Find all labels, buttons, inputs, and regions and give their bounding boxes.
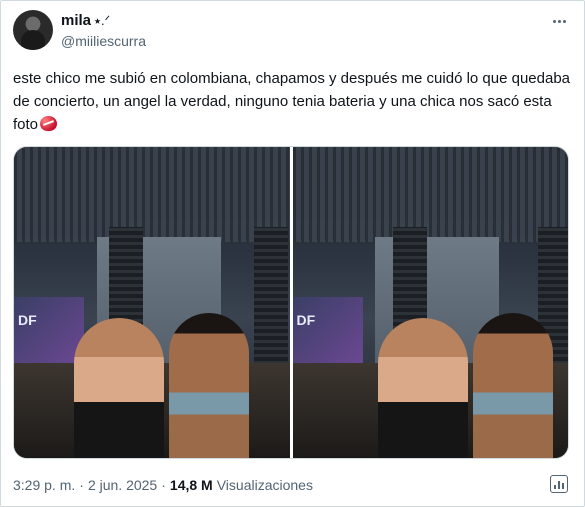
girl-figure [377,318,468,458]
tweet-body: este chico me subió en colombiana, chapa… [13,70,571,133]
photo-1[interactable]: DF [14,147,290,458]
stage-truss [292,147,568,242]
stage-truss [14,147,290,242]
separator: · [161,477,166,493]
photo-2[interactable]: DF [292,147,568,458]
heart-bandage-icon [40,116,58,131]
user-handle[interactable]: @miiliescurra [61,33,146,49]
views-label: Visualizaciones [216,477,313,493]
guy-figure [169,313,249,458]
post-time[interactable]: 3:29 p. m. [13,477,75,493]
author-name-row: mila ⭑.ᐟ [61,12,110,29]
guy-figure [472,313,553,458]
separator: · [79,477,84,493]
tweet-meta: 3:29 p. m. · 2 jun. 2025 · 14,8 M Visual… [13,477,313,493]
tweet-text: este chico me subió en colombiana, chapa… [13,67,573,136]
girl-figure [74,318,164,458]
screen-text: DF [296,312,316,328]
more-options-icon[interactable] [548,13,570,29]
analytics-icon[interactable] [550,475,568,493]
display-name[interactable]: mila [61,12,91,29]
tweet-card: mila ⭑.ᐟ @miiliescurra este chico me sub… [0,0,585,507]
media-grid: DF DF [13,146,569,459]
name-decoration: ⭑.ᐟ [94,12,111,28]
views-count: 14,8 M [169,477,213,493]
avatar[interactable] [13,10,53,50]
post-date[interactable]: 2 jun. 2025 [88,477,157,493]
screen-text: DF [18,312,37,328]
